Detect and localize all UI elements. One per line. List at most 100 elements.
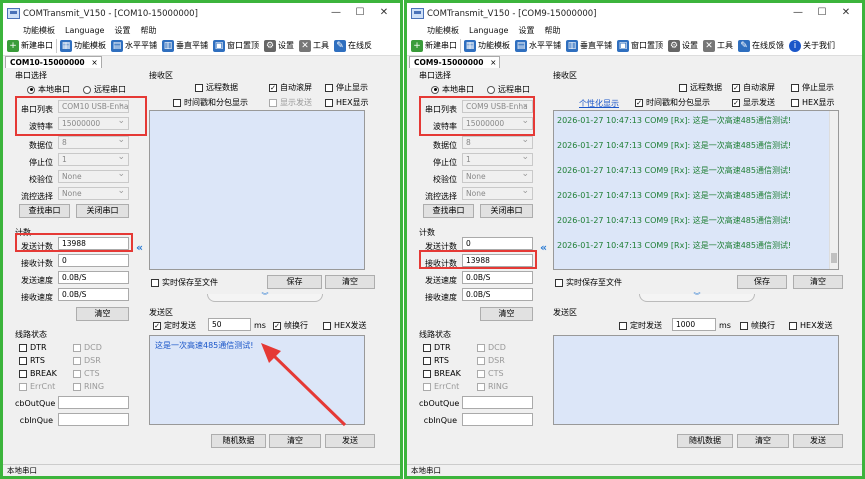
online-feedback-button[interactable]: ✎ 在线反馈 <box>738 39 784 52</box>
tools-button[interactable]: ✕ 工具 <box>703 39 733 52</box>
dtr-checkbox[interactable]: DTR <box>423 343 451 352</box>
flow-control-select[interactable]: None <box>462 187 533 200</box>
tab-com9[interactable]: COM9-15000000 × <box>409 56 501 68</box>
frame-newline-checkbox[interactable]: 帧换行 <box>740 320 775 331</box>
new-port-button[interactable]: + 新建串口 <box>7 39 53 52</box>
remote-data-checkbox[interactable]: 远程数据 <box>679 82 722 93</box>
close-port-button[interactable]: 关闭串口 <box>480 204 533 218</box>
close-button[interactable]: ✕ <box>834 6 858 20</box>
frame-newline-checkbox[interactable]: ✓ 帧换行 <box>273 320 308 331</box>
break-checkbox[interactable]: BREAK <box>19 369 57 378</box>
data-bits-select[interactable]: 8 <box>58 136 129 149</box>
menu-language[interactable]: Language <box>65 26 104 35</box>
auto-scroll-checkbox[interactable]: ✓ 自动滚屏 <box>269 82 312 93</box>
clear-count-button[interactable]: 清空 <box>480 307 533 321</box>
interval-input[interactable]: 1000 <box>672 318 716 331</box>
menu-function-template[interactable]: 功能模板 <box>427 25 459 36</box>
clear-count-button[interactable]: 清空 <box>76 307 129 321</box>
clear-send-button[interactable]: 清空 <box>269 434 321 448</box>
random-data-button[interactable]: 随机数据 <box>677 434 733 448</box>
collapse-left-panel-handle[interactable]: « <box>540 241 548 254</box>
clear-receive-button[interactable]: 清空 <box>793 275 843 289</box>
collapse-handle[interactable]: ︾ <box>639 293 755 302</box>
function-template-button[interactable]: ▦ 功能模板 <box>60 39 106 52</box>
remote-port-radio[interactable]: 远程串口 <box>83 84 126 95</box>
tile-horizontal-button[interactable]: ▤ 水平平铺 <box>111 39 157 52</box>
stop-bits-select[interactable]: 1 <box>462 153 533 166</box>
receive-area[interactable] <box>149 110 365 270</box>
minimize-button[interactable]: — <box>786 6 810 20</box>
rts-checkbox[interactable]: RTS <box>19 356 45 365</box>
data-bits-select[interactable]: 8 <box>462 136 533 149</box>
timed-send-checkbox[interactable]: ✓ 定时发送 <box>153 320 196 331</box>
parity-select[interactable]: None <box>58 170 129 183</box>
close-button[interactable]: ✕ <box>372 6 396 20</box>
timestamp-checkbox[interactable]: ✓ 时间戳和分包显示 <box>635 97 710 108</box>
new-port-button[interactable]: + 新建串口 <box>411 39 457 52</box>
always-on-top-button[interactable]: ▣ 窗口置顶 <box>617 39 663 52</box>
tab-close-icon[interactable]: × <box>91 57 97 68</box>
settings-button[interactable]: ⚙ 设置 <box>264 39 294 52</box>
clear-receive-button[interactable]: 清空 <box>325 275 375 289</box>
rts-checkbox[interactable]: RTS <box>423 356 449 365</box>
save-button[interactable]: 保存 <box>267 275 322 289</box>
hex-display-checkbox[interactable]: HEX显示 <box>325 97 369 108</box>
collapse-handle[interactable]: ︾ <box>207 293 323 302</box>
remote-port-radio[interactable]: 远程串口 <box>487 84 530 95</box>
tile-horizontal-button[interactable]: ▤ 水平平铺 <box>515 39 561 52</box>
timed-send-checkbox[interactable]: 定时发送 <box>619 320 662 331</box>
receive-area[interactable]: 2026-01-27 10:47:13 COM9 [Rx]: 这是一次高速485… <box>553 110 839 270</box>
send-button[interactable]: 发送 <box>793 434 843 448</box>
close-port-button[interactable]: 关闭串口 <box>76 204 129 218</box>
maximize-button[interactable]: ☐ <box>348 6 372 20</box>
clear-send-button[interactable]: 清空 <box>737 434 789 448</box>
timestamp-checkbox[interactable]: 时间戳和分包显示 <box>173 97 248 108</box>
online-feedback-button[interactable]: ✎ 在线反 <box>334 39 372 52</box>
hex-send-checkbox[interactable]: HEX发送 <box>323 320 367 331</box>
settings-button[interactable]: ⚙ 设置 <box>668 39 698 52</box>
function-template-button[interactable]: ▦ 功能模板 <box>464 39 510 52</box>
stop-bits-select[interactable]: 1 <box>58 153 129 166</box>
tools-button[interactable]: ✕ 工具 <box>299 39 329 52</box>
remote-data-checkbox[interactable]: 远程数据 <box>195 82 238 93</box>
send-button[interactable]: 发送 <box>325 434 375 448</box>
tab-close-icon[interactable]: × <box>490 57 496 68</box>
hex-send-checkbox[interactable]: HEX发送 <box>789 320 833 331</box>
find-port-button[interactable]: 查找串口 <box>19 204 70 218</box>
minimize-button[interactable]: — <box>324 6 348 20</box>
tab-com10[interactable]: COM10-15000000 × <box>5 56 102 68</box>
interval-input[interactable]: 50 <box>208 318 251 331</box>
tile-vertical-button[interactable]: ▥ 垂直平铺 <box>162 39 208 52</box>
tile-vertical-button[interactable]: ▥ 垂直平铺 <box>566 39 612 52</box>
menu-language[interactable]: Language <box>469 26 508 35</box>
send-area[interactable] <box>553 335 839 425</box>
menu-settings[interactable]: 设置 <box>518 25 534 36</box>
flow-control-select[interactable]: None <box>58 187 129 200</box>
parity-select[interactable]: None <box>462 170 533 183</box>
stop-display-checkbox[interactable]: 停止显示 <box>325 82 368 93</box>
collapse-left-panel-handle[interactable]: « <box>136 241 144 254</box>
menu-help[interactable]: 帮助 <box>140 25 156 36</box>
menu-function-template[interactable]: 功能模板 <box>23 25 55 36</box>
local-port-radio[interactable]: 本地串口 <box>431 84 474 95</box>
personalize-display-link[interactable]: 个性化显示 <box>579 98 619 109</box>
realtime-save-checkbox[interactable]: 实时保存至文件 <box>555 277 622 288</box>
random-data-button[interactable]: 随机数据 <box>211 434 266 448</box>
break-checkbox[interactable]: BREAK <box>423 369 461 378</box>
auto-scroll-checkbox[interactable]: ✓ 自动滚屏 <box>732 82 775 93</box>
find-port-button[interactable]: 查找串口 <box>423 204 474 218</box>
realtime-save-checkbox[interactable]: 实时保存至文件 <box>151 277 218 288</box>
dtr-checkbox[interactable]: DTR <box>19 343 47 352</box>
about-button[interactable]: i 关于我们 <box>789 39 835 52</box>
hex-display-checkbox[interactable]: HEX显示 <box>791 97 835 108</box>
show-send-checkbox[interactable]: ✓ 显示发送 <box>732 97 775 108</box>
menu-settings[interactable]: 设置 <box>114 25 130 36</box>
scroll-thumb[interactable] <box>831 253 837 263</box>
stop-display-checkbox[interactable]: 停止显示 <box>791 82 834 93</box>
receive-scrollbar[interactable] <box>829 111 838 269</box>
menu-help[interactable]: 帮助 <box>544 25 560 36</box>
local-port-radio[interactable]: 本地串口 <box>27 84 70 95</box>
maximize-button[interactable]: ☐ <box>810 6 834 20</box>
save-button[interactable]: 保存 <box>737 275 787 289</box>
always-on-top-button[interactable]: ▣ 窗口置顶 <box>213 39 259 52</box>
